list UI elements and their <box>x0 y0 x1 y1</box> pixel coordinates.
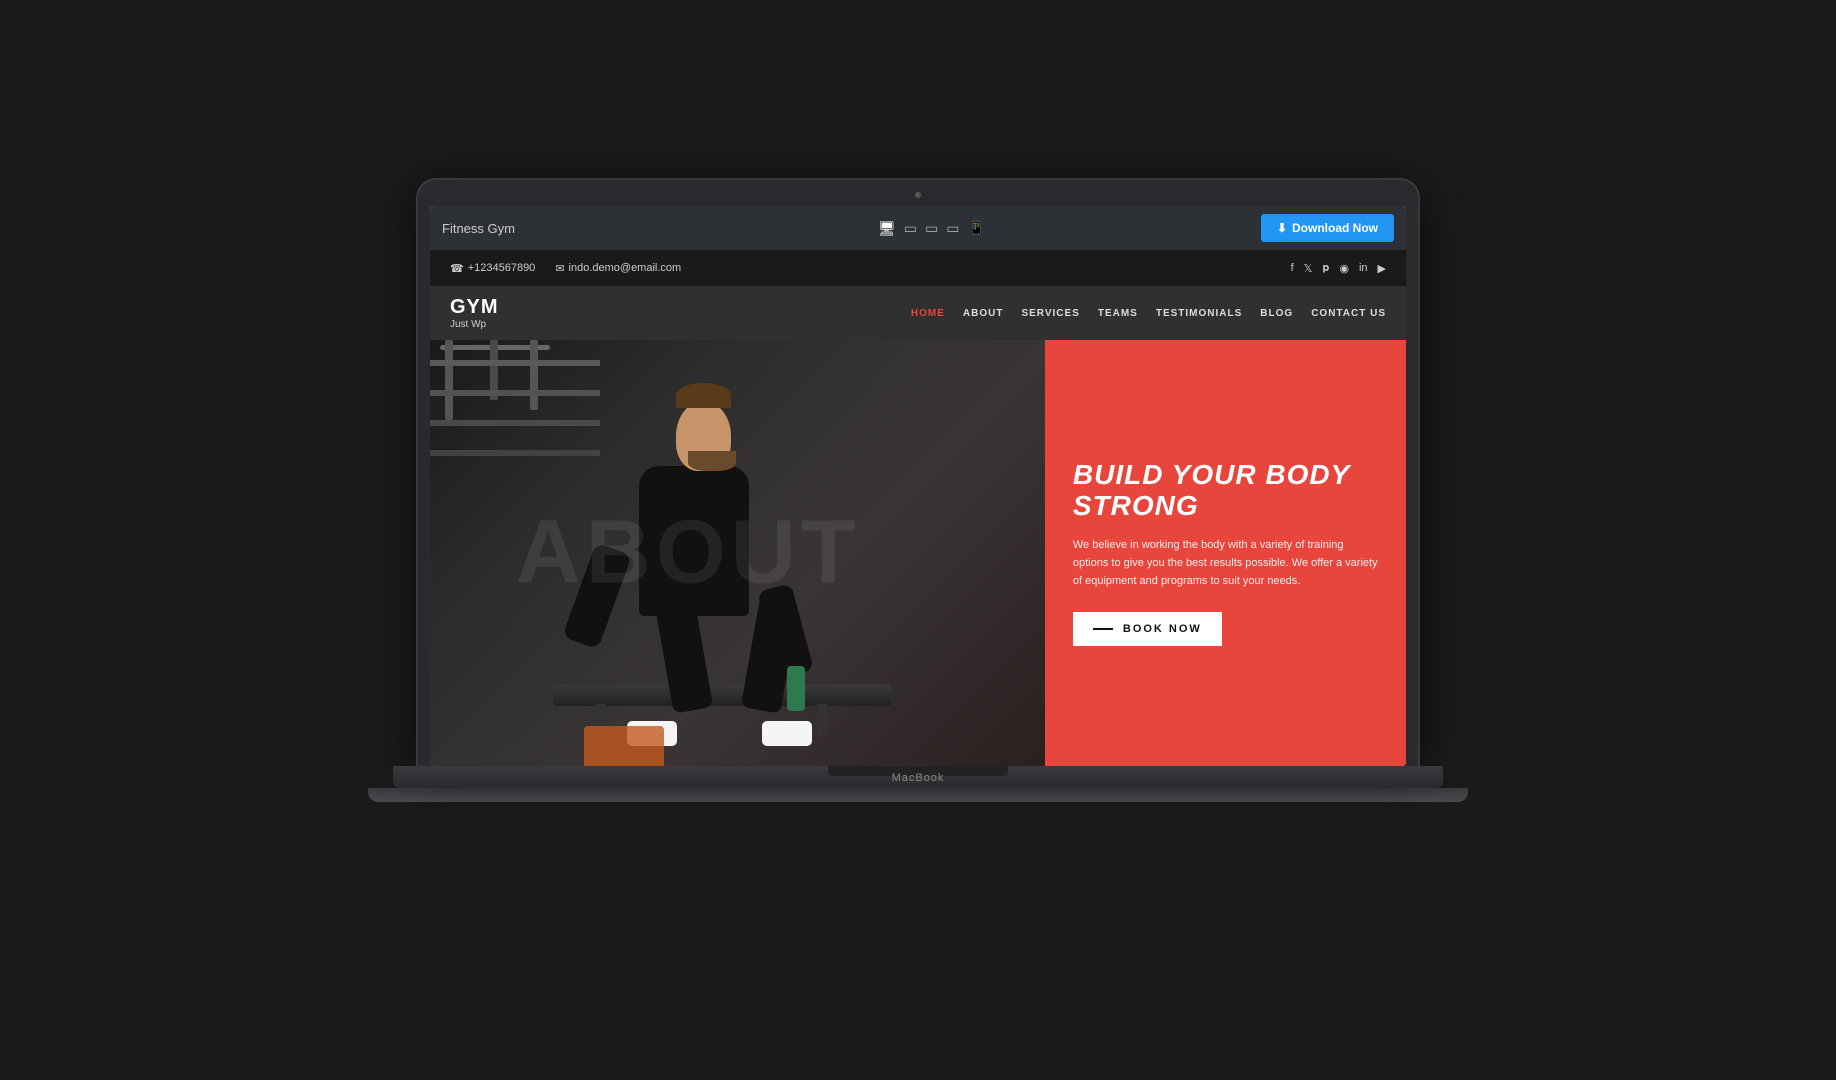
nav-link-teams[interactable]: TEAMS <box>1098 308 1138 319</box>
linkedin-icon[interactable]: in <box>1359 262 1368 274</box>
email-address: indo.demo@email.com <box>569 262 682 274</box>
laptop-screen-frame: Fitness Gym 🖥 ▭ ▭ ▭ 📱 ⬇ Download Now <box>418 180 1418 766</box>
facebook-icon[interactable]: f <box>1291 262 1294 274</box>
contact-info: ☎ +1234567890 ✉ indo.demo@email.com <box>450 262 1291 275</box>
nav-link-about[interactable]: ABOUT <box>963 308 1004 319</box>
tablet-device-icon[interactable]: ▭ <box>925 220 938 237</box>
contact-bar: ☎ +1234567890 ✉ indo.demo@email.com f 𝕏 <box>430 250 1406 286</box>
download-label: Download Now <box>1292 221 1378 235</box>
laptop-stand <box>368 788 1468 802</box>
phone-number: +1234567890 <box>468 262 536 274</box>
desktop-device-icon[interactable]: 🖥 <box>878 220 896 237</box>
download-icon: ⬇ <box>1277 221 1287 235</box>
laptop-screen: Fitness Gym 🖥 ▭ ▭ ▭ 📱 ⬇ Download Now <box>430 206 1406 766</box>
email-icon: ✉ <box>555 262 564 275</box>
book-btn-dash <box>1093 628 1113 630</box>
youtube-icon[interactable]: ▶ <box>1378 262 1386 275</box>
hero-description: We believe in working the body with a va… <box>1073 537 1378 590</box>
nav-link-blog[interactable]: BLOG <box>1260 308 1293 319</box>
nav-logo-title: GYM <box>450 296 499 319</box>
instagram-icon[interactable]: ◉ <box>1339 262 1349 275</box>
pinterest-icon[interactable]: 𝐩 <box>1323 262 1330 275</box>
hero-headline-line1: BUILD YOUR BODY <box>1073 459 1350 490</box>
macbook-label: MacBook <box>892 772 945 784</box>
hero-headline-line2: STRONG <box>1073 490 1199 521</box>
twitter-icon[interactable]: 𝕏 <box>1304 262 1313 275</box>
phone-contact: ☎ +1234567890 <box>450 262 535 275</box>
nav-logo: GYM Just Wp <box>450 296 499 330</box>
nav-logo-sub: Just Wp <box>450 319 499 330</box>
website: Fitness Gym 🖥 ▭ ▭ ▭ 📱 ⬇ Download Now <box>430 206 1406 766</box>
hero-section: About BUILD YOUR BODY STRONG We believe … <box>430 340 1406 766</box>
nav-link-home[interactable]: HOME <box>911 308 945 319</box>
small-tablet-device-icon[interactable]: ▭ <box>946 220 959 237</box>
laptop-camera <box>915 192 921 198</box>
toolbar-title: Fitness Gym <box>442 221 602 236</box>
book-now-button[interactable]: BOOK NOW <box>1073 612 1222 646</box>
nav-link-testimonials[interactable]: TESTIMONIALS <box>1156 308 1242 319</box>
download-now-button[interactable]: ⬇ Download Now <box>1261 214 1394 242</box>
nav: GYM Just Wp HOME ABOUT SERVICES TEAMS TE… <box>430 286 1406 340</box>
phone-icon: ☎ <box>450 262 464 275</box>
hero-image: About <box>430 340 1045 766</box>
nav-link-services[interactable]: SERVICES <box>1021 308 1079 319</box>
nav-link-contact[interactable]: CONTACT US <box>1311 308 1386 319</box>
nav-links: HOME ABOUT SERVICES TEAMS TESTIMONIALS B… <box>911 308 1386 319</box>
book-btn-label: BOOK NOW <box>1123 623 1202 635</box>
hero-headline: BUILD YOUR BODY STRONG <box>1073 460 1378 522</box>
email-contact: ✉ indo.demo@email.com <box>555 262 681 275</box>
toolbar: Fitness Gym 🖥 ▭ ▭ ▭ 📱 ⬇ Download Now <box>430 206 1406 250</box>
scene: Fitness Gym 🖥 ▭ ▭ ▭ 📱 ⬇ Download Now <box>368 180 1468 900</box>
social-icons: f 𝕏 𝐩 ◉ in ▶ <box>1291 262 1386 275</box>
mobile-device-icon[interactable]: 📱 <box>967 220 984 237</box>
laptop-base: MacBook <box>393 766 1443 788</box>
large-tablet-device-icon[interactable]: ▭ <box>904 220 917 237</box>
laptop-outer: Fitness Gym 🖥 ▭ ▭ ▭ 📱 ⬇ Download Now <box>393 180 1443 802</box>
hero-text-side: BUILD YOUR BODY STRONG We believe in wor… <box>1045 340 1406 766</box>
toolbar-devices: 🖥 ▭ ▭ ▭ 📱 <box>602 220 1261 237</box>
